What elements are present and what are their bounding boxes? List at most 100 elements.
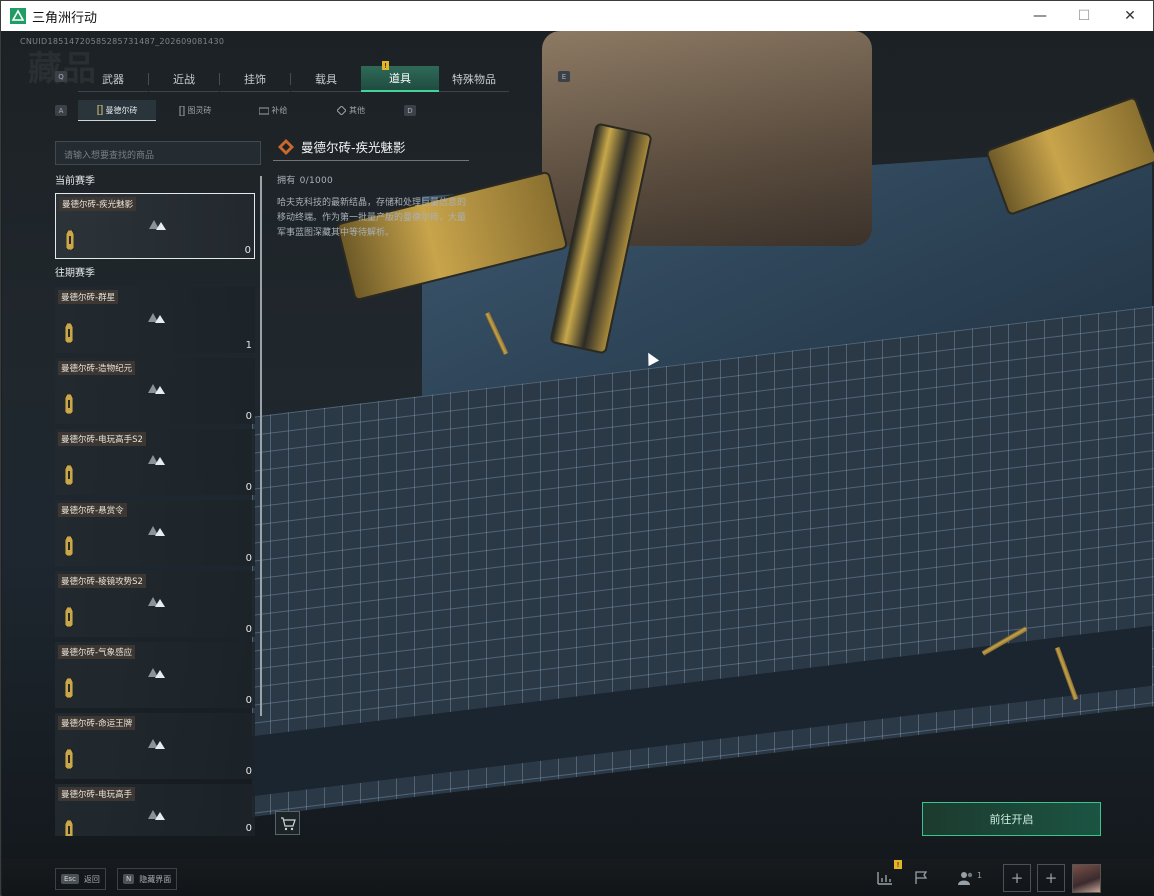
search-input[interactable]: 请输入想要查找的商品	[55, 141, 261, 165]
key-hint-next-subtab: D	[404, 105, 416, 116]
n-key-icon: N	[123, 874, 135, 884]
notification-badge: !	[894, 860, 902, 869]
item-name: 曼德尔砖-气象感应	[58, 645, 136, 659]
item-name: 曼德尔砖-疾光魅影	[59, 197, 137, 211]
subtab-mandel-brick[interactable]: 曼德尔砖	[78, 100, 156, 121]
title-bar: 三角洲行动 — ☐ ✕	[1, 1, 1153, 31]
key-hint-prev-subtab: A	[55, 105, 67, 116]
list-scrollbar[interactable]	[260, 176, 262, 716]
add-party-slot-button[interactable]: +	[1003, 864, 1031, 892]
mandel-brick-icon	[65, 678, 73, 698]
rarity-icon	[148, 739, 165, 749]
item-count: 1	[245, 340, 252, 351]
owned-value: 0/1000	[299, 176, 334, 186]
mandel-brick-icon	[65, 536, 73, 556]
item-name: 曼德尔砖-棱镜攻势S2	[58, 574, 146, 588]
mandel-brick-icon	[65, 820, 73, 836]
item-card[interactable]: 曼德尔砖-命运王牌 0	[55, 713, 255, 779]
item-card[interactable]: 曼德尔砖-群星 1	[55, 287, 255, 353]
minimize-button[interactable]: —	[1017, 1, 1063, 31]
brick-icon	[97, 105, 102, 115]
new-badge: !	[382, 61, 389, 70]
rarity-icon	[148, 384, 165, 394]
mandel-brick-icon	[65, 323, 73, 343]
maximize-button[interactable]: ☐	[1061, 1, 1107, 31]
item-count: 0	[245, 766, 252, 777]
plus-icon: +	[1010, 869, 1024, 887]
tab-charms[interactable]: 挂饰	[220, 66, 290, 92]
plus-icon: +	[1044, 869, 1058, 887]
tab-melee[interactable]: 近战	[149, 66, 219, 92]
item-count: 0	[245, 482, 252, 493]
key-hint-next-category: E	[558, 71, 570, 82]
item-name: 曼德尔砖-命运王牌	[58, 716, 136, 730]
flag-button[interactable]	[907, 864, 935, 892]
hide-ui-button[interactable]: N 隐藏界面	[117, 868, 178, 890]
section-current-season: 当前赛季	[55, 176, 95, 187]
item-card[interactable]: 曼德尔砖-造物纪元 0	[55, 358, 255, 424]
rarity-icon	[148, 313, 165, 323]
cart-icon	[280, 816, 296, 830]
item-name: 曼德尔砖-悬赏令	[58, 503, 127, 517]
back-button[interactable]: Esc 返回	[55, 868, 106, 890]
item-name: 曼德尔砖-群星	[58, 290, 119, 304]
friends-icon	[958, 872, 973, 885]
sub-tabs: 曼德尔砖 图灵砖 补给 其他	[78, 100, 390, 121]
tab-special-items[interactable]: 特殊物品	[439, 66, 509, 92]
rarity-diamond-icon	[278, 138, 294, 155]
bar-chart-icon	[877, 872, 892, 885]
tab-items[interactable]: 道具	[361, 66, 439, 92]
item-card[interactable]: 曼德尔砖-电玩高手 0	[55, 784, 255, 836]
diamond-icon	[337, 106, 346, 115]
flag-icon	[915, 871, 928, 884]
game-window: 三角洲行动 — ☐ ✕ CNUID18514720585285731487_20…	[0, 0, 1154, 896]
mandel-brick-icon	[65, 607, 73, 627]
close-button[interactable]: ✕	[1107, 1, 1153, 31]
item-card[interactable]: 曼德尔砖-电玩高手S2 0	[55, 429, 255, 495]
cart-button[interactable]	[275, 811, 300, 835]
subtab-turing-brick[interactable]: 图灵砖	[156, 100, 234, 121]
item-card[interactable]: 曼德尔砖-气象感应 0	[55, 642, 255, 708]
item-count: 0	[245, 553, 252, 564]
app-logo-icon	[10, 8, 26, 24]
friends-count: 1	[977, 871, 983, 880]
esc-key-icon: Esc	[61, 874, 79, 884]
tab-weapons[interactable]: 武器	[78, 66, 148, 92]
item-name: 曼德尔砖-电玩高手	[58, 787, 136, 801]
game-viewport: CNUID18514720585285731487_202609081430 藏…	[2, 31, 1154, 896]
tab-vehicles[interactable]: 载具	[291, 66, 361, 92]
item-count: 0	[244, 245, 251, 256]
rarity-icon	[148, 668, 165, 678]
item-name: 曼德尔砖-造物纪元	[58, 361, 136, 375]
detail-title: 曼德尔砖-疾光魅影	[301, 140, 406, 155]
mandel-brick-icon	[65, 394, 73, 414]
avatar[interactable]	[1072, 864, 1101, 893]
owned-label: 拥有	[277, 176, 296, 186]
goto-open-button[interactable]: 前往开启	[922, 802, 1101, 836]
owned-count: 拥有 0/1000	[277, 173, 333, 186]
item-card[interactable]: 曼德尔砖-棱镜攻势S2 0	[55, 571, 255, 637]
mandel-brick-icon	[65, 749, 73, 769]
detail-divider	[273, 160, 469, 161]
item-description: 哈夫克科技的最新结晶，存储和处理巨量信息的移动终端。作为第一批量产版的曼德尔砖，…	[277, 198, 467, 238]
key-hint-prev-category: Q	[55, 71, 67, 82]
rarity-icon	[148, 526, 165, 536]
friends-button[interactable]	[952, 864, 980, 892]
window-title: 三角洲行动	[32, 10, 98, 26]
section-past-seasons: 往期赛季	[55, 268, 95, 279]
subtab-supply[interactable]: 补给	[234, 100, 312, 121]
rarity-icon	[149, 220, 166, 230]
mandel-brick-icon	[66, 230, 74, 250]
item-count: 0	[245, 823, 252, 834]
supply-icon	[258, 107, 269, 114]
item-card[interactable]: 曼德尔砖-疾光魅影 0	[55, 193, 255, 259]
item-count: 0	[245, 411, 252, 422]
item-card[interactable]: 曼德尔砖-悬赏令 0	[55, 500, 255, 566]
item-count: 0	[245, 695, 252, 706]
subtab-other[interactable]: 其他	[312, 100, 390, 121]
item-count: 0	[245, 624, 252, 635]
rarity-icon	[148, 597, 165, 607]
rarity-icon	[148, 810, 165, 820]
add-party-slot-button[interactable]: +	[1037, 864, 1065, 892]
mandel-brick-icon	[65, 465, 73, 485]
